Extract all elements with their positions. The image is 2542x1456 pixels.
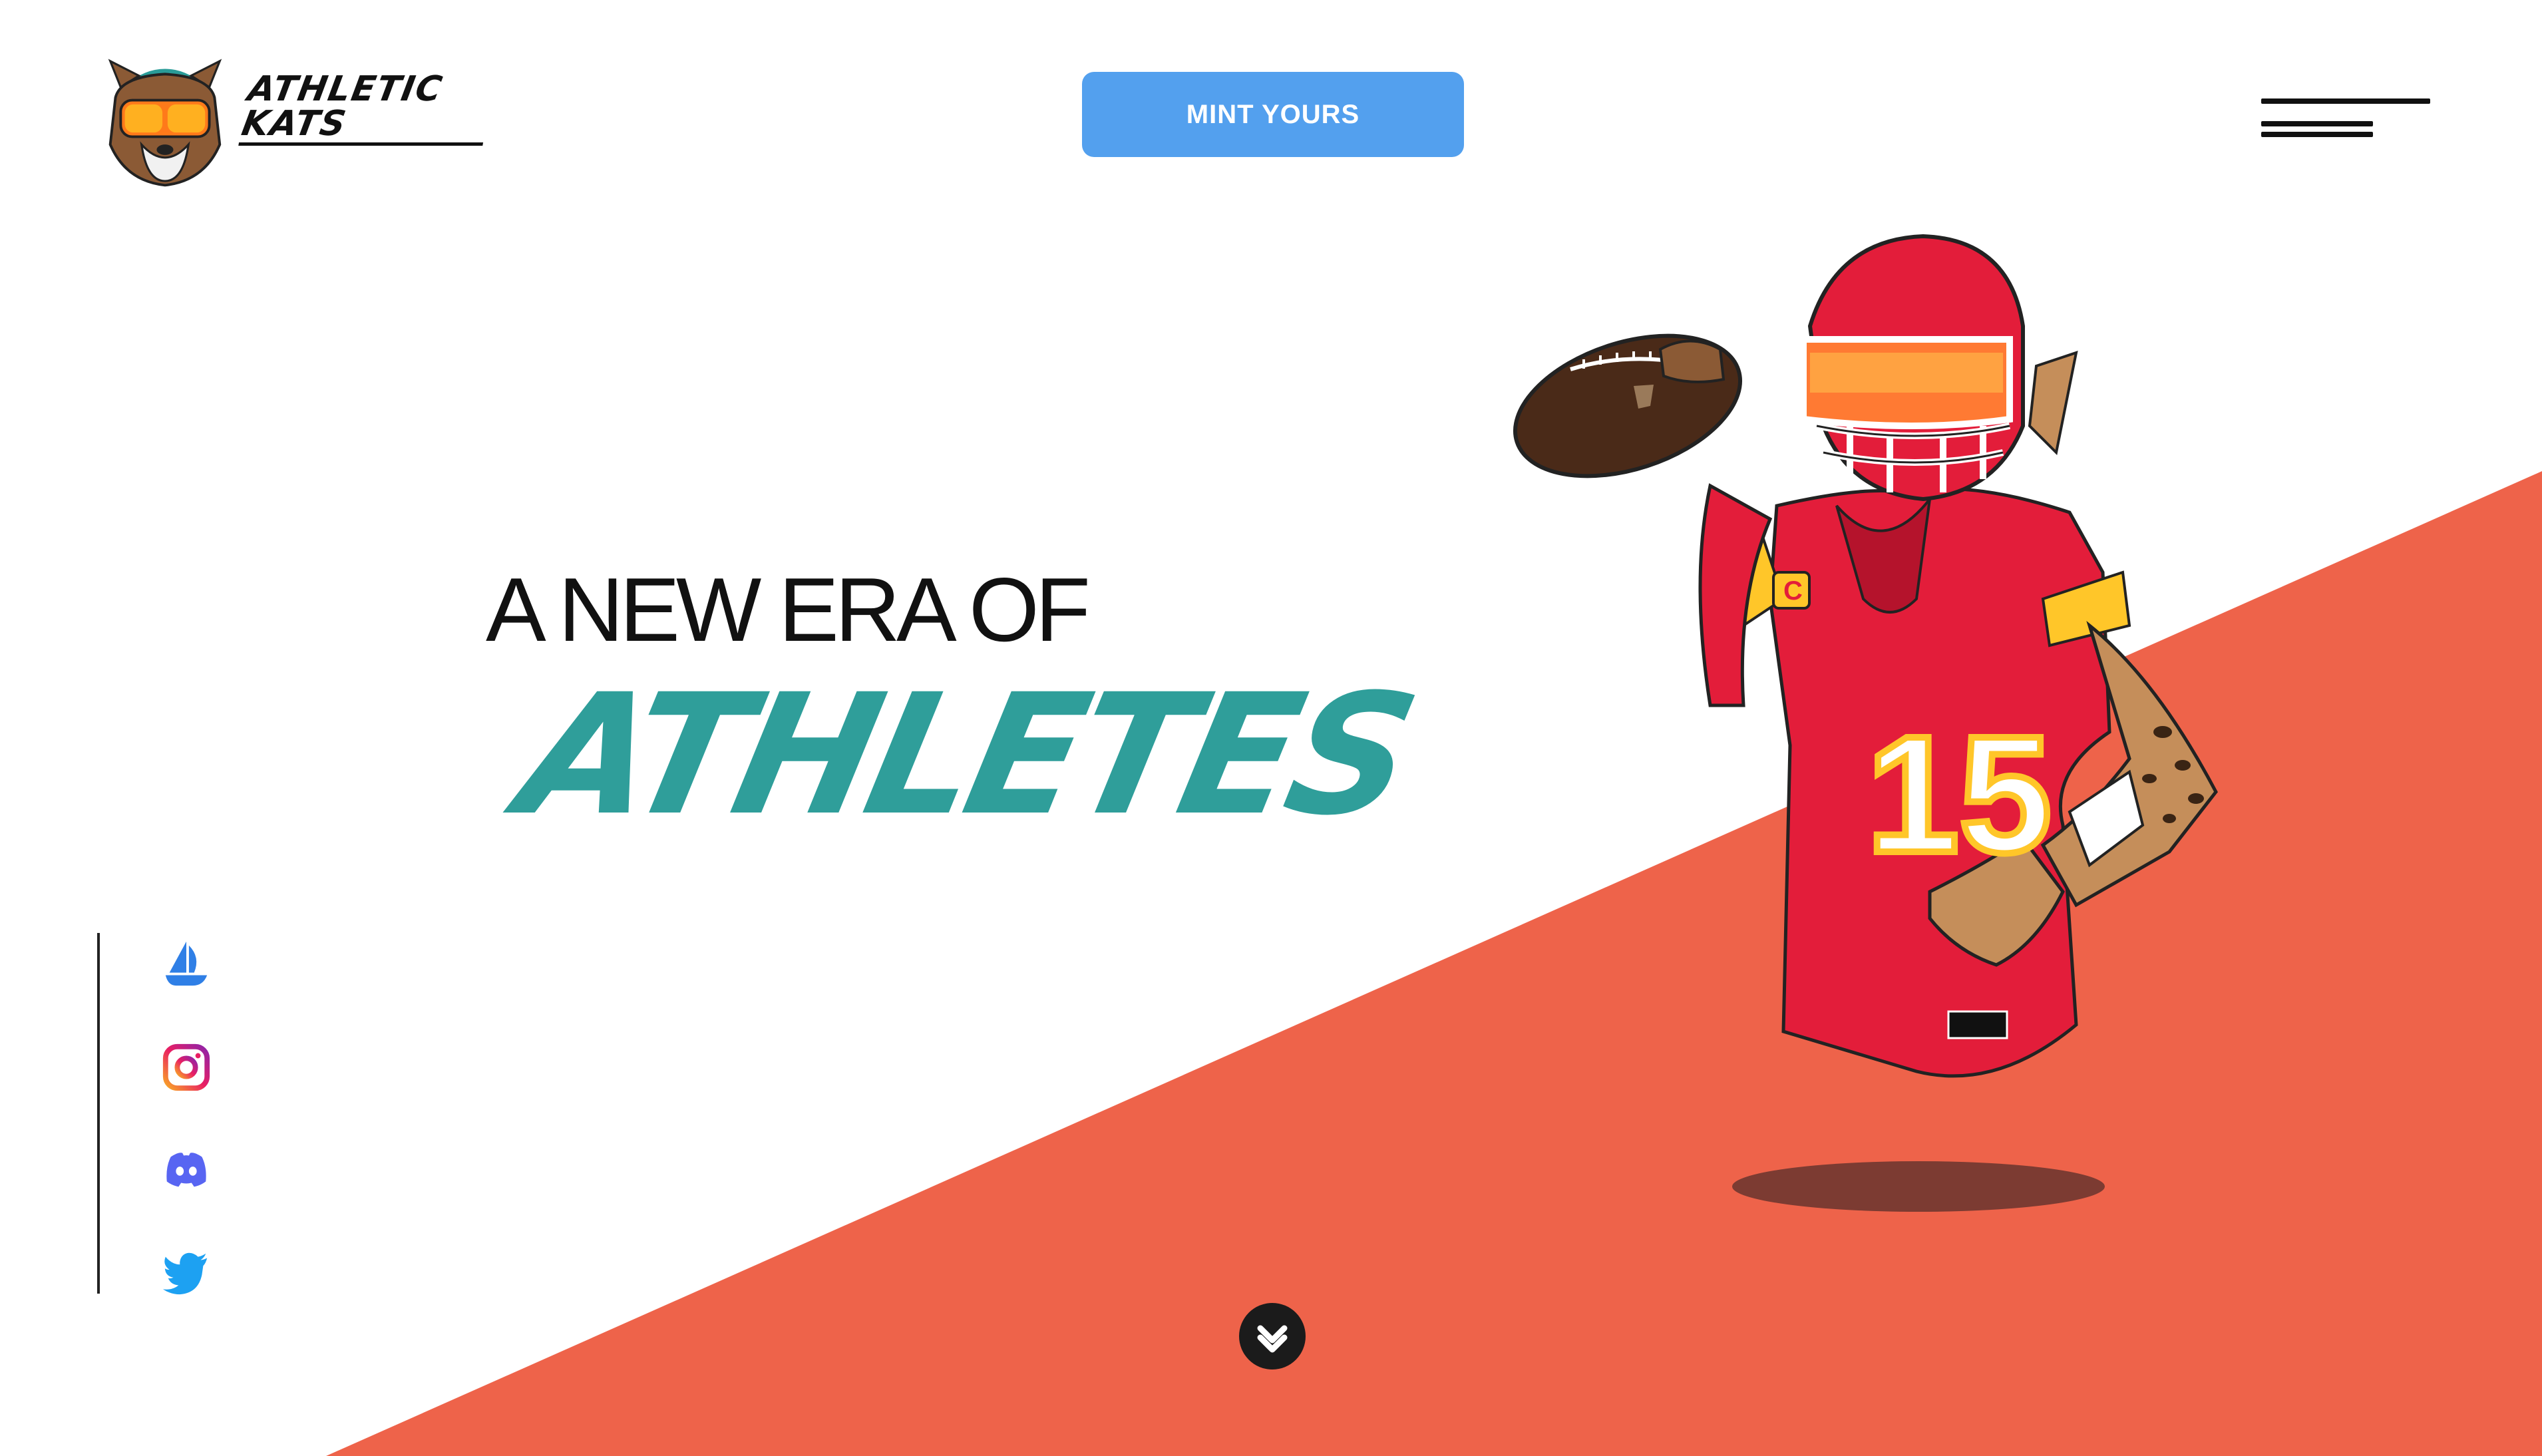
mint-yours-button[interactable]: MINT YOURS	[1082, 72, 1464, 157]
twitter-icon	[162, 1252, 208, 1295]
menu-bar	[2261, 98, 2430, 104]
social-divider-line	[97, 933, 100, 1294]
football	[1513, 333, 1743, 478]
opensea-icon	[165, 941, 208, 986]
tiger-goggles-logo-icon	[108, 59, 222, 187]
hero-headline-accent: ATHLETES	[505, 658, 1425, 852]
football-player-kat-illustration: 15 C	[1513, 234, 2218, 1212]
instagram-icon	[162, 1043, 210, 1091]
menu-bar	[2261, 132, 2373, 137]
brand-wordmark: ATHLETIC KATS	[238, 69, 496, 146]
menu-bar	[2261, 121, 2373, 126]
captain-patch: C	[1783, 576, 1803, 606]
scroll-down-button[interactable]	[1239, 1303, 1306, 1369]
social-link-discord[interactable]	[158, 1142, 214, 1198]
social-link-instagram[interactable]	[158, 1039, 214, 1095]
hero-headline: A NEW ERA OF	[486, 559, 1091, 660]
chevron-down-icon	[1257, 1325, 1288, 1353]
social-link-twitter[interactable]	[158, 1244, 214, 1300]
discord-icon	[166, 1153, 206, 1187]
menu-button[interactable]	[2256, 94, 2432, 146]
character-shadow	[1732, 1161, 2105, 1212]
jersey-number: 15	[1867, 701, 2052, 887]
brand-logo[interactable]: ATHLETIC KATS	[100, 32, 496, 205]
social-link-opensea[interactable]	[158, 936, 214, 992]
